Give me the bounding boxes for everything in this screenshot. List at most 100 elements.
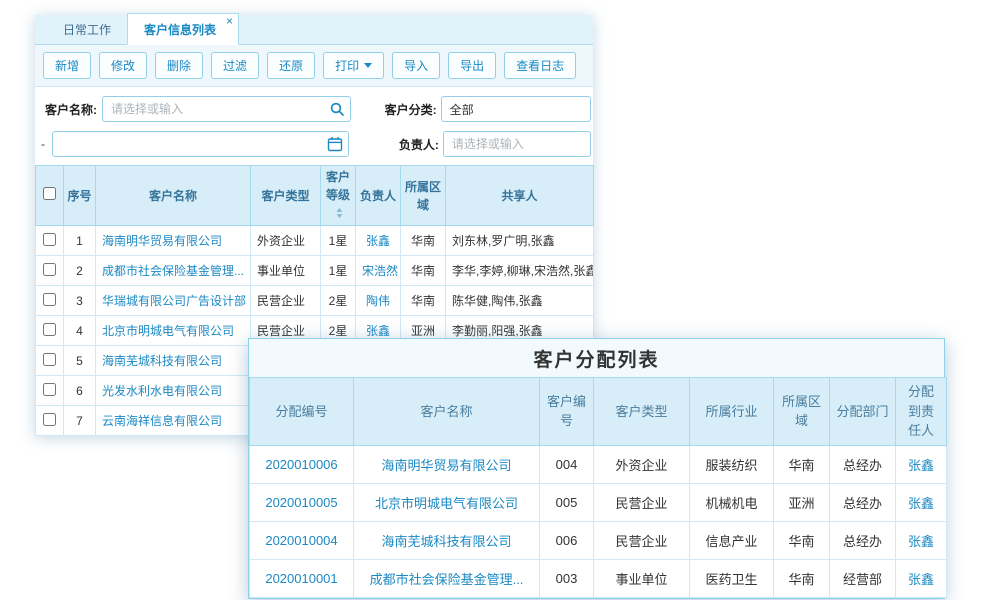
cell-no: 5 — [64, 346, 96, 376]
assignee-link[interactable]: 张鑫 — [896, 483, 947, 521]
table-row[interactable]: 2020010001 成都市社会保险基金管理... 003 事业单位 医药卫生 … — [250, 559, 947, 597]
assignee-link[interactable]: 张鑫 — [896, 521, 947, 559]
alloc-no-link[interactable]: 2020010001 — [250, 559, 354, 597]
export-button[interactable]: 导出 — [448, 52, 496, 79]
row-checkbox[interactable] — [43, 233, 56, 246]
cell-no: 1 — [64, 226, 96, 256]
cell-shared: 陈华健,陶伟,张鑫 — [446, 286, 594, 316]
cell-cust-no: 005 — [540, 483, 594, 521]
cell-dept: 总经办 — [830, 483, 896, 521]
customer-name-link[interactable]: 华瑞城有限公司广告设计部 — [96, 286, 251, 316]
customer-name-link[interactable]: 海南芜城科技有限公司 — [354, 521, 540, 559]
tab-label: 日常工作 — [63, 23, 111, 37]
table-row[interactable]: 1 海南明华贸易有限公司 外资企业 1星 张鑫 华南 刘东林,罗广明,张鑫 — [36, 226, 594, 256]
print-button[interactable]: 打印 — [323, 52, 384, 79]
sort-icon[interactable] — [336, 205, 343, 223]
col-customer-name[interactable]: 客户名称 — [96, 166, 251, 226]
customer-name-link[interactable]: 成都市社会保险基金管理... — [354, 559, 540, 597]
cell-region: 华南 — [774, 521, 830, 559]
col-cust-no[interactable]: 客户编号 — [540, 378, 594, 446]
close-tab-icon[interactable]: × — [226, 15, 233, 27]
cell-shared: 李华,李婷,柳琳,宋浩然,张鑫 — [446, 256, 594, 286]
cell-type: 事业单位 — [594, 559, 690, 597]
customer-name-input[interactable] — [102, 96, 351, 122]
filter-button[interactable]: 过滤 — [211, 52, 259, 79]
manager-label: 负责人: — [384, 136, 439, 153]
row-checkbox[interactable] — [43, 353, 56, 366]
col-industry[interactable]: 所属行业 — [690, 378, 774, 446]
cell-cust-no: 003 — [540, 559, 594, 597]
table-row[interactable]: 2020010004 海南芜城科技有限公司 006 民营企业 信息产业 华南 总… — [250, 521, 947, 559]
customer-name-link[interactable]: 北京市明城电气有限公司 — [96, 316, 251, 346]
cell-region: 华南 — [774, 445, 830, 483]
tab-daily-work[interactable]: 日常工作 — [47, 14, 127, 44]
customer-name-link[interactable]: 光发水利水电有限公司 — [96, 376, 251, 406]
customer-name-link[interactable]: 北京市明城电气有限公司 — [354, 483, 540, 521]
tab-customer-info-list[interactable]: 客户信息列表 × — [127, 13, 239, 45]
alloc-no-link[interactable]: 2020010005 — [250, 483, 354, 521]
cell-region: 亚洲 — [774, 483, 830, 521]
cell-industry: 医药卫生 — [690, 559, 774, 597]
cell-cust-no: 006 — [540, 521, 594, 559]
row-checkbox[interactable] — [43, 263, 56, 276]
restore-button[interactable]: 还原 — [267, 52, 315, 79]
import-button[interactable]: 导入 — [392, 52, 440, 79]
col-region[interactable]: 所属区域 — [401, 166, 446, 226]
manager-link[interactable]: 宋浩然 — [356, 256, 401, 286]
col-customer-level[interactable]: 客户等级 — [321, 166, 356, 226]
cell-region: 华南 — [401, 256, 446, 286]
alloc-no-link[interactable]: 2020010006 — [250, 445, 354, 483]
customer-name-link[interactable]: 海南明华贸易有限公司 — [96, 226, 251, 256]
customer-name-link[interactable]: 云南海祥信息有限公司 — [96, 406, 251, 436]
assignee-link[interactable]: 张鑫 — [896, 559, 947, 597]
assignee-link[interactable]: 张鑫 — [896, 445, 947, 483]
select-all-checkbox[interactable] — [43, 187, 56, 200]
calendar-icon[interactable] — [327, 136, 343, 152]
modify-button[interactable]: 修改 — [99, 52, 147, 79]
col-customer-level-label: 客户等级 — [326, 170, 350, 202]
cell-dept: 经营部 — [830, 559, 896, 597]
table-row[interactable]: 2 成都市社会保险基金管理... 事业单位 1星 宋浩然 华南 李华,李婷,柳琳… — [36, 256, 594, 286]
delete-button[interactable]: 删除 — [155, 52, 203, 79]
cell-no: 3 — [64, 286, 96, 316]
manager-link[interactable]: 陶伟 — [356, 286, 401, 316]
allocation-table: 分配编号 客户名称 客户编号 客户类型 所属行业 所属区域 分配部门 分配到责任… — [249, 377, 947, 598]
search-icon[interactable] — [329, 101, 345, 117]
add-button[interactable]: 新增 — [43, 52, 91, 79]
cell-type: 民营企业 — [594, 521, 690, 559]
customer-category-label: 客户分类: — [381, 101, 437, 118]
customer-category-input[interactable] — [441, 96, 591, 122]
cell-shared: 刘东林,罗广明,张鑫 — [446, 226, 594, 256]
customer-name-link[interactable]: 海南明华贸易有限公司 — [354, 445, 540, 483]
table-row[interactable]: 2020010005 北京市明城电气有限公司 005 民营企业 机械机电 亚洲 … — [250, 483, 947, 521]
row-checkbox[interactable] — [43, 383, 56, 396]
col-customer-name[interactable]: 客户名称 — [354, 378, 540, 446]
manager-link[interactable]: 张鑫 — [356, 226, 401, 256]
row-checkbox[interactable] — [43, 323, 56, 336]
cell-region: 华南 — [774, 559, 830, 597]
row-checkbox[interactable] — [43, 293, 56, 306]
col-manager[interactable]: 负责人 — [356, 166, 401, 226]
col-assignee[interactable]: 分配到责任人 — [896, 378, 947, 446]
select-all-cell — [36, 166, 64, 226]
cell-no: 7 — [64, 406, 96, 436]
tab-label: 客户信息列表 — [144, 23, 216, 37]
col-customer-type[interactable]: 客户类型 — [594, 378, 690, 446]
table-row[interactable]: 2020010006 海南明华贸易有限公司 004 外资企业 服装纺织 华南 总… — [250, 445, 947, 483]
col-alloc-no[interactable]: 分配编号 — [250, 378, 354, 446]
col-shared[interactable]: 共享人 — [446, 166, 594, 226]
view-log-button[interactable]: 查看日志 — [504, 52, 576, 79]
col-region[interactable]: 所属区域 — [774, 378, 830, 446]
row-checkbox[interactable] — [43, 413, 56, 426]
cell-type: 外资企业 — [594, 445, 690, 483]
col-no[interactable]: 序号 — [64, 166, 96, 226]
table-row[interactable]: 3 华瑞城有限公司广告设计部 民营企业 2星 陶伟 华南 陈华健,陶伟,张鑫 — [36, 286, 594, 316]
customer-name-link[interactable]: 成都市社会保险基金管理... — [96, 256, 251, 286]
customer-name-link[interactable]: 海南芜城科技有限公司 — [96, 346, 251, 376]
col-dept[interactable]: 分配部门 — [830, 378, 896, 446]
manager-input[interactable] — [443, 131, 591, 157]
col-customer-type[interactable]: 客户类型 — [251, 166, 321, 226]
date-input[interactable] — [52, 131, 349, 157]
dropdown-arrow-icon — [364, 63, 372, 68]
alloc-no-link[interactable]: 2020010004 — [250, 521, 354, 559]
